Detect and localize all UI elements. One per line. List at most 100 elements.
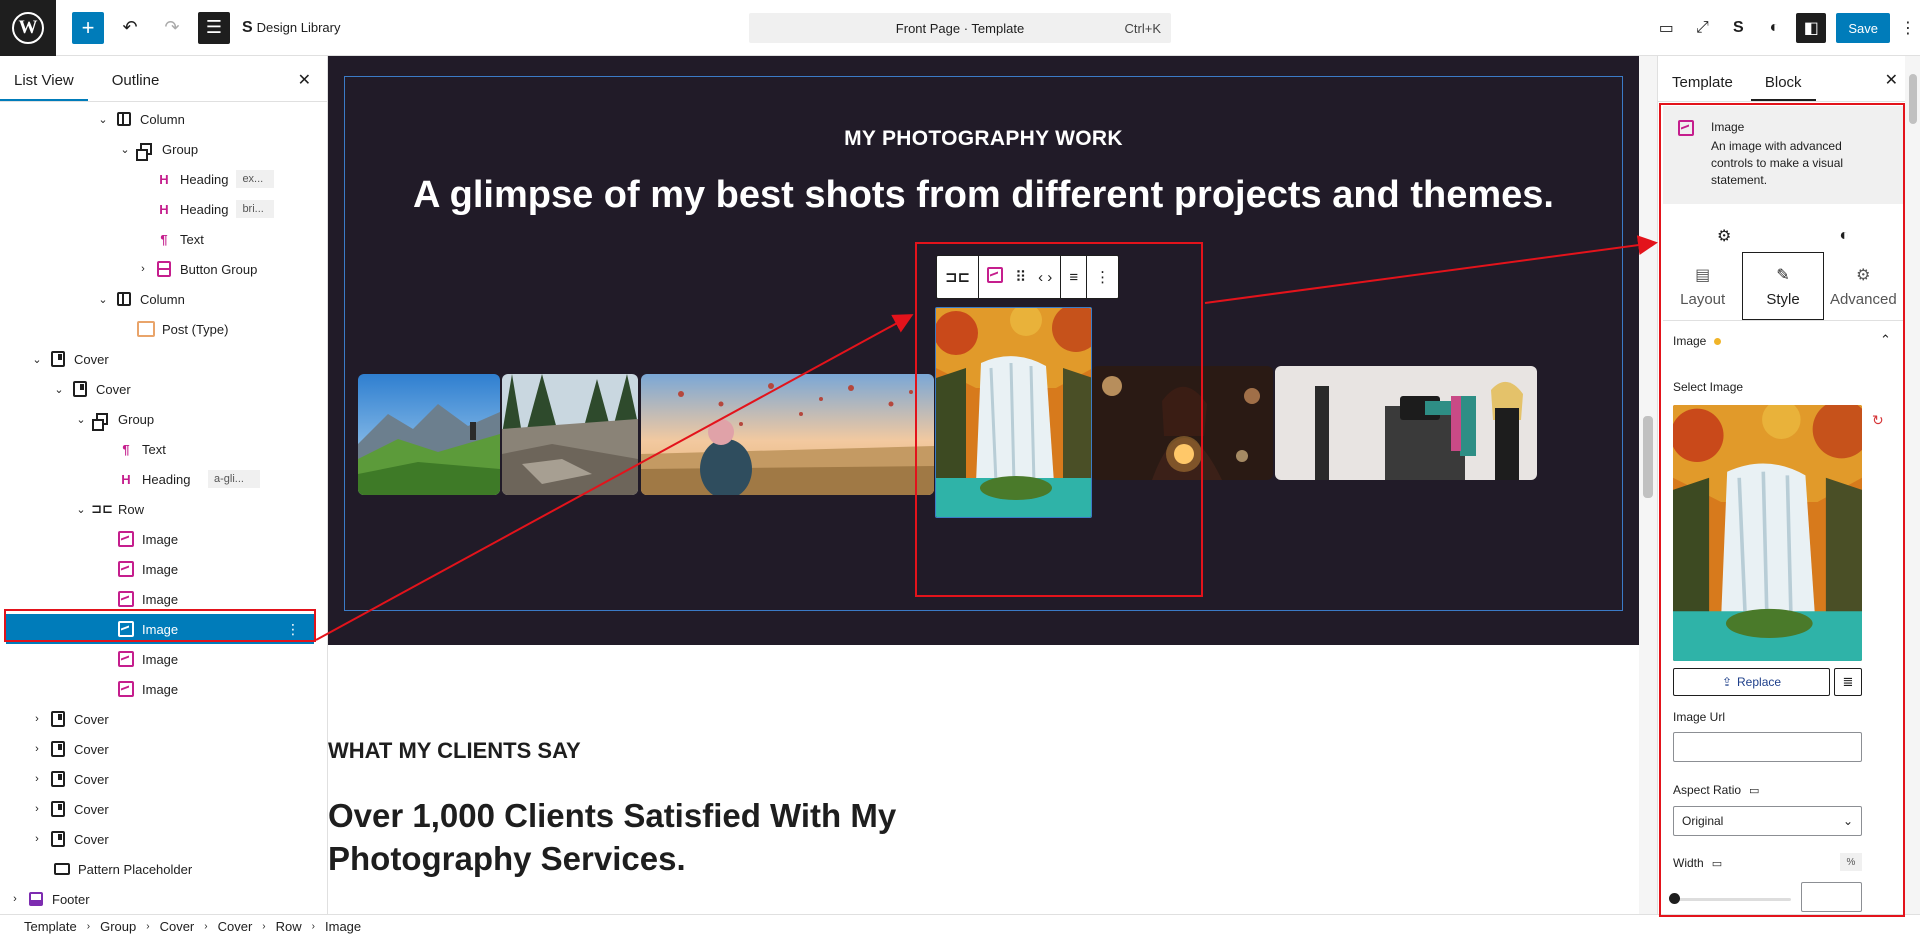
list-item[interactable]: H Heading bri... (0, 194, 327, 224)
add-block-button[interactable]: + (72, 11, 104, 44)
view-desktop-icon[interactable]: ▭ (1648, 10, 1684, 46)
list-item[interactable]: ⌄ ⊐⊏ Row (0, 494, 327, 524)
list-item-selected[interactable]: Image ⋮ (6, 614, 314, 644)
width-slider-handle[interactable] (1669, 893, 1680, 904)
tab-block[interactable]: Block (1750, 74, 1816, 101)
drag-handle-icon[interactable]: ⠿ (1015, 268, 1026, 286)
list-item[interactable]: Image (0, 554, 327, 584)
reset-icon[interactable]: ↻ (1872, 412, 1884, 429)
chevron-down-icon[interactable]: ⌄ (74, 413, 88, 426)
tab-list-view[interactable]: List View (0, 72, 88, 101)
chevron-down-icon[interactable]: ⌄ (96, 293, 110, 306)
breadcrumb-item[interactable]: Cover (160, 919, 195, 934)
chevron-down-icon[interactable]: ⌄ (96, 113, 110, 126)
parent-row-button[interactable]: ⊐⊏ (937, 256, 980, 298)
gallery-image-waterfall-selected[interactable] (935, 307, 1092, 518)
gallery-image-mountain-hiker[interactable] (358, 374, 500, 495)
chevron-right-icon[interactable]: › (8, 893, 22, 905)
wordpress-logo[interactable]: W (0, 0, 56, 56)
editor-canvas[interactable]: MY PHOTOGRAPHY WORK A glimpse of my best… (328, 56, 1639, 914)
list-item[interactable]: › Button Group (0, 254, 327, 284)
list-item[interactable]: Post (Type) (0, 314, 327, 344)
close-icon[interactable]: ✕ (298, 70, 311, 90)
chevron-right-icon[interactable]: › (30, 743, 44, 755)
list-item[interactable]: ⌄ Column (0, 284, 327, 314)
settings-sidebar-icon[interactable]: ◧ (1796, 13, 1827, 43)
list-item[interactable]: › Cover (0, 764, 327, 794)
canvas-scrollbar[interactable] (1639, 56, 1657, 914)
tab-layout[interactable]: ▤ Layout (1663, 252, 1742, 320)
chevron-up-icon[interactable]: ⌃ (1880, 332, 1891, 348)
gallery-image-woman-camera[interactable] (1275, 366, 1537, 480)
list-item[interactable]: H Heading a-gli... (0, 464, 327, 494)
gallery-image-balloons-traveler[interactable] (641, 374, 934, 495)
unit-selector[interactable]: % (1840, 853, 1862, 871)
list-item[interactable]: › Cover (0, 824, 327, 854)
list-item[interactable]: ¶ Text (0, 224, 327, 254)
width-number-input[interactable] (1801, 882, 1862, 912)
dynamic-source-button[interactable]: ≣ (1834, 668, 1862, 696)
image-url-input[interactable] (1673, 732, 1862, 762)
chevron-down-icon[interactable]: ⌄ (52, 383, 66, 396)
list-item[interactable]: ⌄ Column (0, 104, 327, 134)
list-item[interactable]: Image (0, 524, 327, 554)
sidebar-scrollbar[interactable] (1905, 56, 1920, 914)
testimonials-eyebrow[interactable]: WHAT MY CLIENTS SAY (328, 738, 581, 764)
chevron-down-icon[interactable]: ⌄ (118, 143, 132, 156)
testimonials-headline[interactable]: Over 1,000 Clients Satisfied With My Pho… (328, 794, 948, 880)
desktop-icon[interactable]: ▭ (1712, 857, 1722, 870)
contrast-icon[interactable]: ◐ (1839, 227, 1849, 245)
breadcrumb-item[interactable]: Row (276, 919, 302, 934)
tab-outline[interactable]: Outline (98, 72, 174, 101)
chevron-down-icon[interactable]: ⌄ (30, 353, 44, 366)
list-item[interactable]: ⌄ Group (0, 404, 327, 434)
breadcrumb-item[interactable]: Cover (218, 919, 253, 934)
gallery-image-rocky-forest[interactable] (502, 374, 638, 495)
tab-template[interactable]: Template (1658, 74, 1747, 101)
close-icon[interactable]: ✕ (1885, 70, 1898, 90)
gallery-image-girl-lights[interactable] (1092, 366, 1273, 480)
list-item[interactable]: Image (0, 674, 327, 704)
image-section-toggle[interactable]: Image (1673, 334, 1722, 348)
list-item[interactable]: Image (0, 584, 327, 614)
design-library-button[interactable]: S Design Library (242, 19, 341, 37)
replace-button[interactable]: ⇪ Replace (1673, 668, 1830, 696)
section-eyebrow[interactable]: MY PHOTOGRAPHY WORK (328, 127, 1639, 151)
tab-advanced[interactable]: ⚙ Advanced (1824, 252, 1903, 320)
list-item[interactable]: ⌄ Cover (0, 344, 327, 374)
section-headline[interactable]: A glimpse of my best shots from differen… (328, 174, 1639, 217)
redo-button[interactable]: ↷ (156, 12, 188, 44)
breadcrumb-item[interactable]: Image (325, 919, 361, 934)
list-item[interactable]: › Cover (0, 734, 327, 764)
fullscreen-icon[interactable]: ⤢ (1684, 10, 1720, 46)
image-block-icon[interactable] (987, 267, 1004, 287)
tab-style[interactable]: ✎ Style (1742, 252, 1824, 320)
image-preview[interactable] (1673, 405, 1862, 661)
settings-gear-icon[interactable]: ⚙ (1717, 226, 1731, 246)
list-item[interactable]: ⌄ Cover (0, 374, 327, 404)
list-item[interactable]: ⌄ Group (0, 134, 327, 164)
chevron-right-icon[interactable]: › (30, 833, 44, 845)
list-item[interactable]: › Footer (0, 884, 327, 914)
styles-icon[interactable]: ◐ (1756, 10, 1792, 46)
list-item[interactable]: Image (0, 644, 327, 674)
block-options-icon[interactable]: ⋮ (286, 621, 300, 638)
scrollbar-thumb[interactable] (1909, 74, 1917, 124)
list-item[interactable]: H Heading ex... (0, 164, 327, 194)
list-item[interactable]: Pattern Placeholder (0, 854, 327, 884)
list-item[interactable]: › Cover (0, 794, 327, 824)
list-item[interactable]: ¶ Text (0, 434, 327, 464)
chevron-right-icon[interactable]: › (30, 713, 44, 725)
list-item[interactable]: › Cover (0, 704, 327, 734)
chevron-right-icon[interactable]: › (136, 263, 150, 275)
options-menu-icon[interactable]: ⋮ (1896, 10, 1920, 46)
cover-block[interactable]: MY PHOTOGRAPHY WORK A glimpse of my best… (328, 56, 1639, 645)
command-palette-bar[interactable]: Front Page · Template Ctrl+K (749, 13, 1171, 43)
chevron-down-icon[interactable]: ⌄ (74, 503, 88, 516)
move-arrows-icon[interactable]: ‹ › (1038, 269, 1052, 286)
document-overview-button[interactable]: ☰ (198, 11, 230, 44)
desktop-icon[interactable]: ▭ (1749, 784, 1759, 797)
save-button[interactable]: Save (1836, 13, 1890, 43)
chevron-right-icon[interactable]: › (30, 803, 44, 815)
undo-button[interactable]: ↶ (114, 12, 146, 44)
